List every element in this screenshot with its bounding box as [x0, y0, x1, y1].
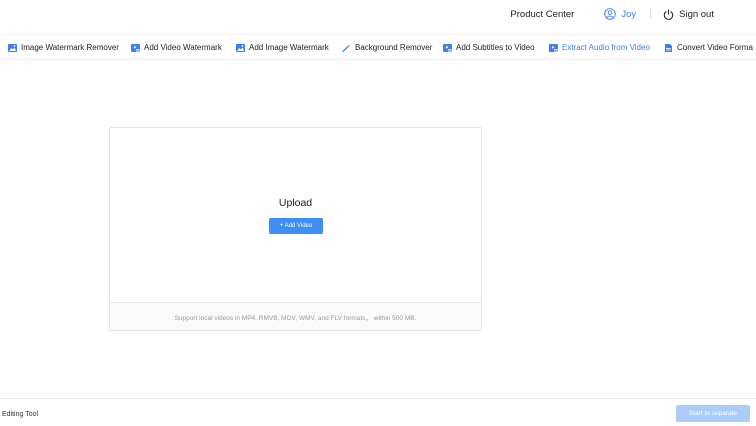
editing-tool-label: Editing Tool	[2, 411, 39, 418]
tab-image-watermark-remover[interactable]: Image Watermark Remover	[8, 35, 119, 59]
upload-panel[interactable]: Upload + Add Video Support local videos …	[109, 127, 482, 331]
image-icon	[236, 43, 245, 52]
product-center-link[interactable]: Product Center	[510, 9, 574, 20]
header-actions: Product Center Joy Sign out	[510, 7, 714, 21]
magic-wand-icon	[342, 43, 351, 52]
tab-label: Add Image Watermark	[249, 43, 329, 52]
tab-label: Image Watermark Remover	[21, 43, 119, 52]
upload-title: Upload	[278, 197, 313, 209]
power-icon	[663, 9, 674, 20]
top-header: Product Center Joy Sign out	[0, 0, 756, 32]
bottom-toolbar: Editing Tool Start to separate	[0, 398, 756, 426]
tab-label: Convert Video Forma	[677, 43, 753, 52]
user-icon	[604, 8, 617, 20]
tool-tabs: Image Watermark Remover Add Video Waterm…	[0, 34, 756, 60]
video-plus-icon	[549, 43, 558, 52]
sign-out-button[interactable]: Sign out	[663, 9, 714, 20]
username: Joy	[621, 8, 637, 20]
header-divider	[650, 10, 652, 18]
tab-label: Add Video Watermark	[144, 43, 222, 52]
start-to-separate-button[interactable]: Start to separate	[676, 405, 750, 422]
tab-convert-video-format[interactable]: Convert Video Forma	[664, 35, 753, 59]
tab-add-video-watermark[interactable]: Add Video Watermark	[131, 35, 222, 59]
video-plus-icon	[131, 43, 140, 52]
video-plus-icon	[443, 43, 452, 52]
tab-add-image-watermark[interactable]: Add Image Watermark	[236, 35, 329, 59]
sign-out-label: Sign out	[679, 8, 714, 20]
user-menu[interactable]: Joy	[604, 8, 636, 20]
tab-label: Add Subtitles to Video	[456, 43, 535, 52]
add-video-button[interactable]: + Add Video	[269, 218, 323, 234]
tab-extract-audio-from-video[interactable]: Extract Audio from Video	[549, 35, 650, 59]
tab-label: Background Remover	[355, 43, 433, 52]
document-icon	[665, 43, 672, 52]
tab-background-remover[interactable]: Background Remover	[342, 35, 433, 59]
tab-add-subtitles-to-video[interactable]: Add Subtitles to Video	[443, 35, 535, 59]
image-icon	[8, 43, 17, 52]
tab-label: Extract Audio from Video	[562, 43, 650, 52]
upload-format-hint: Support local videos in MP4, RMVB, MOV, …	[110, 302, 481, 330]
